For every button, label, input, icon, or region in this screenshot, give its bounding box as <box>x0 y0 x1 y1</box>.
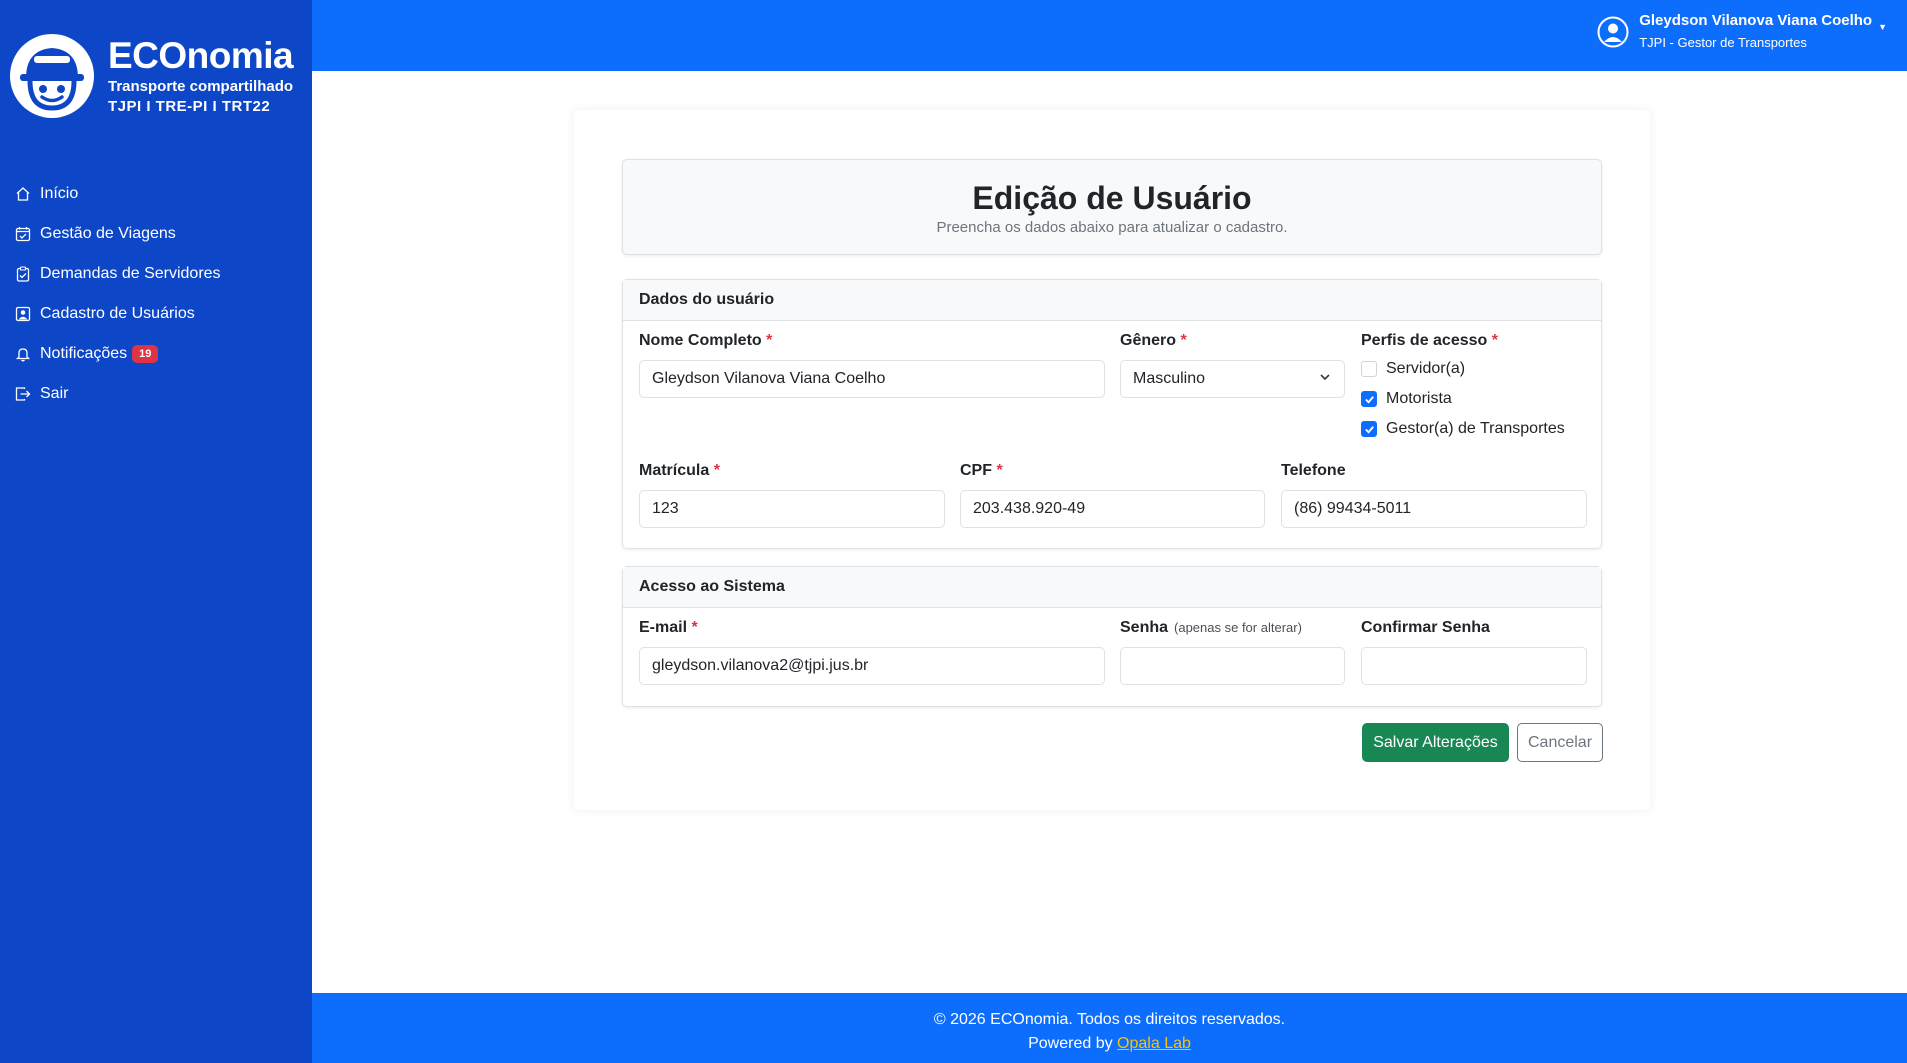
checkbox-label: Gestor(a) de Transportes <box>1386 420 1565 437</box>
page-subtitle: Preencha os dados abaixo para atualizar … <box>936 219 1288 236</box>
sidebar-item-cadastro-usuarios[interactable]: Cadastro de Usuários <box>0 294 312 334</box>
cancel-button[interactable]: Cancelar <box>1517 723 1603 762</box>
sidebar: ECOnomia Transporte compartilhado TJPI I… <box>0 0 312 1063</box>
gender-label: Gênero * <box>1120 332 1187 349</box>
registration-label: Matrícula * <box>639 462 720 479</box>
sidebar-item-sair[interactable]: Sair <box>0 374 312 414</box>
user-data-section: Dados do usuário Nome Completo * Gleydso… <box>622 279 1602 549</box>
email-label: E-mail * <box>639 619 698 636</box>
name-label: Nome Completo * <box>639 332 773 349</box>
top-bar: Gleydson Vilanova Viana Coelho TJPI - Ge… <box>312 0 1907 71</box>
sidebar-item-label: Gestão de Viagens <box>40 225 176 242</box>
brand-subtitle: Transporte compartilhado <box>108 78 294 95</box>
sidebar-item-label: Cadastro de Usuários <box>40 305 195 322</box>
notification-count-badge: 19 <box>132 345 159 363</box>
registration-input[interactable]: 123 <box>639 490 945 528</box>
calendar-check-icon <box>15 226 31 242</box>
footer-copyright: © 2026 ECOnomia. Todos os direitos reser… <box>933 1011 1286 1028</box>
page-header: Edição de Usuário Preencha os dados abai… <box>622 159 1602 255</box>
user-menu[interactable]: Gleydson Vilanova Viana Coelho TJPI - Ge… <box>1597 12 1887 50</box>
motorista-checkbox[interactable] <box>1361 391 1377 407</box>
gender-select[interactable]: Masculino <box>1120 360 1345 398</box>
sidebar-nav: Início Gestão de Viagens Demandas de Ser… <box>0 174 312 414</box>
phone-input[interactable]: (86) 99434-5011 <box>1281 490 1587 528</box>
bell-icon <box>15 346 31 362</box>
sidebar-item-notificacoes[interactable]: Notificações 19 <box>0 334 312 374</box>
servidor-checkbox[interactable] <box>1361 361 1377 377</box>
checkbox-label: Servidor(a) <box>1386 360 1466 377</box>
phone-field-group: Telefone (86) 99434-5011 <box>1281 462 1587 528</box>
footer: © 2026 ECOnomia. Todos os direitos reser… <box>312 993 1907 1063</box>
cpf-label: CPF * <box>960 462 1003 479</box>
opala-lab-link[interactable]: Opala Lab <box>1117 1035 1191 1052</box>
profile-gestor-option[interactable]: Gestor(a) de Transportes <box>1361 414 1591 444</box>
page-title: Edição de Usuário <box>972 180 1252 216</box>
user-name: Gleydson Vilanova Viana Coelho <box>1639 12 1873 29</box>
section-title: Acesso ao Sistema <box>623 567 1601 608</box>
brand-orgs: TJPI I TRE-PI I TRT22 <box>108 98 271 115</box>
password-field-group: Senha (apenas se for alterar) <box>1120 619 1345 685</box>
email-field-group: E-mail * gleydson.vilanova2@tjpi.jus.br <box>639 619 1105 685</box>
sidebar-item-label: Início <box>40 185 79 202</box>
chevron-down-icon <box>1318 370 1332 389</box>
section-title: Dados do usuário <box>623 280 1601 321</box>
gender-field-group: Gênero * Masculino <box>1120 332 1345 398</box>
sidebar-item-label: Sair <box>40 385 69 402</box>
name-field-group: Nome Completo * Gleydson Vilanova Viana … <box>639 332 1105 398</box>
cpf-input[interactable]: 203.438.920-49 <box>960 490 1265 528</box>
profiles-label: Perfis de acesso * <box>1361 332 1498 349</box>
confirm-password-input[interactable] <box>1361 647 1587 685</box>
email-input[interactable]: gleydson.vilanova2@tjpi.jus.br <box>639 647 1105 685</box>
system-access-section: Acesso ao Sistema E-mail * gleydson.vila… <box>622 566 1602 707</box>
logout-icon <box>15 386 31 402</box>
confirm-password-field-group: Confirmar Senha <box>1361 619 1587 685</box>
clipboard-check-icon <box>15 266 31 282</box>
confirm-password-label: Confirmar Senha <box>1361 619 1490 636</box>
phone-label: Telefone <box>1281 462 1346 479</box>
registration-field-group: Matrícula * 123 <box>639 462 945 528</box>
user-info: Gleydson Vilanova Viana Coelho TJPI - Ge… <box>1639 12 1872 50</box>
password-input[interactable] <box>1120 647 1345 685</box>
save-changes-button[interactable]: Salvar Alterações <box>1362 723 1509 762</box>
brand-title: ECOnomia <box>108 35 294 76</box>
sidebar-item-inicio[interactable]: Início <box>0 174 312 214</box>
profile-motorista-option[interactable]: Motorista <box>1361 384 1591 414</box>
password-label: Senha (apenas se for alterar) <box>1120 619 1302 636</box>
name-input[interactable]: Gleydson Vilanova Viana Coelho <box>639 360 1105 398</box>
profiles-field-group: Perfis de acesso * Servidor(a) Motorista… <box>1361 332 1591 444</box>
sidebar-item-label: Demandas de Servidores <box>40 265 221 282</box>
sidebar-item-demandas[interactable]: Demandas de Servidores <box>0 254 312 294</box>
powered-by-text: Powered by <box>1028 1035 1113 1052</box>
edit-user-card: Edição de Usuário Preencha os dados abai… <box>574 110 1650 810</box>
cpf-field-group: CPF * 203.438.920-49 <box>960 462 1265 528</box>
brand-text: ECOnomia Transporte compartilhado TJPI I… <box>108 35 294 115</box>
mascot-icon <box>10 34 94 118</box>
footer-powered: Powered by Opala Lab <box>312 1035 1907 1053</box>
caret-down-icon: ▼ <box>1878 22 1887 32</box>
person-badge-icon <box>15 306 31 322</box>
user-circle-icon <box>1597 16 1629 48</box>
sidebar-item-gestao-viagens[interactable]: Gestão de Viagens <box>0 214 312 254</box>
brand-logo[interactable]: ECOnomia Transporte compartilhado TJPI I… <box>10 34 294 118</box>
profile-servidor-option[interactable]: Servidor(a) <box>1361 354 1591 384</box>
checkbox-label: Motorista <box>1386 390 1452 407</box>
home-icon <box>15 186 31 202</box>
gestor-checkbox[interactable] <box>1361 421 1377 437</box>
sidebar-item-label: Notificações <box>40 345 128 362</box>
gender-selected-value: Masculino <box>1133 370 1206 387</box>
password-hint: (apenas se for alterar) <box>1174 620 1302 635</box>
user-role: TJPI - Gestor de Transportes <box>1639 35 1807 50</box>
